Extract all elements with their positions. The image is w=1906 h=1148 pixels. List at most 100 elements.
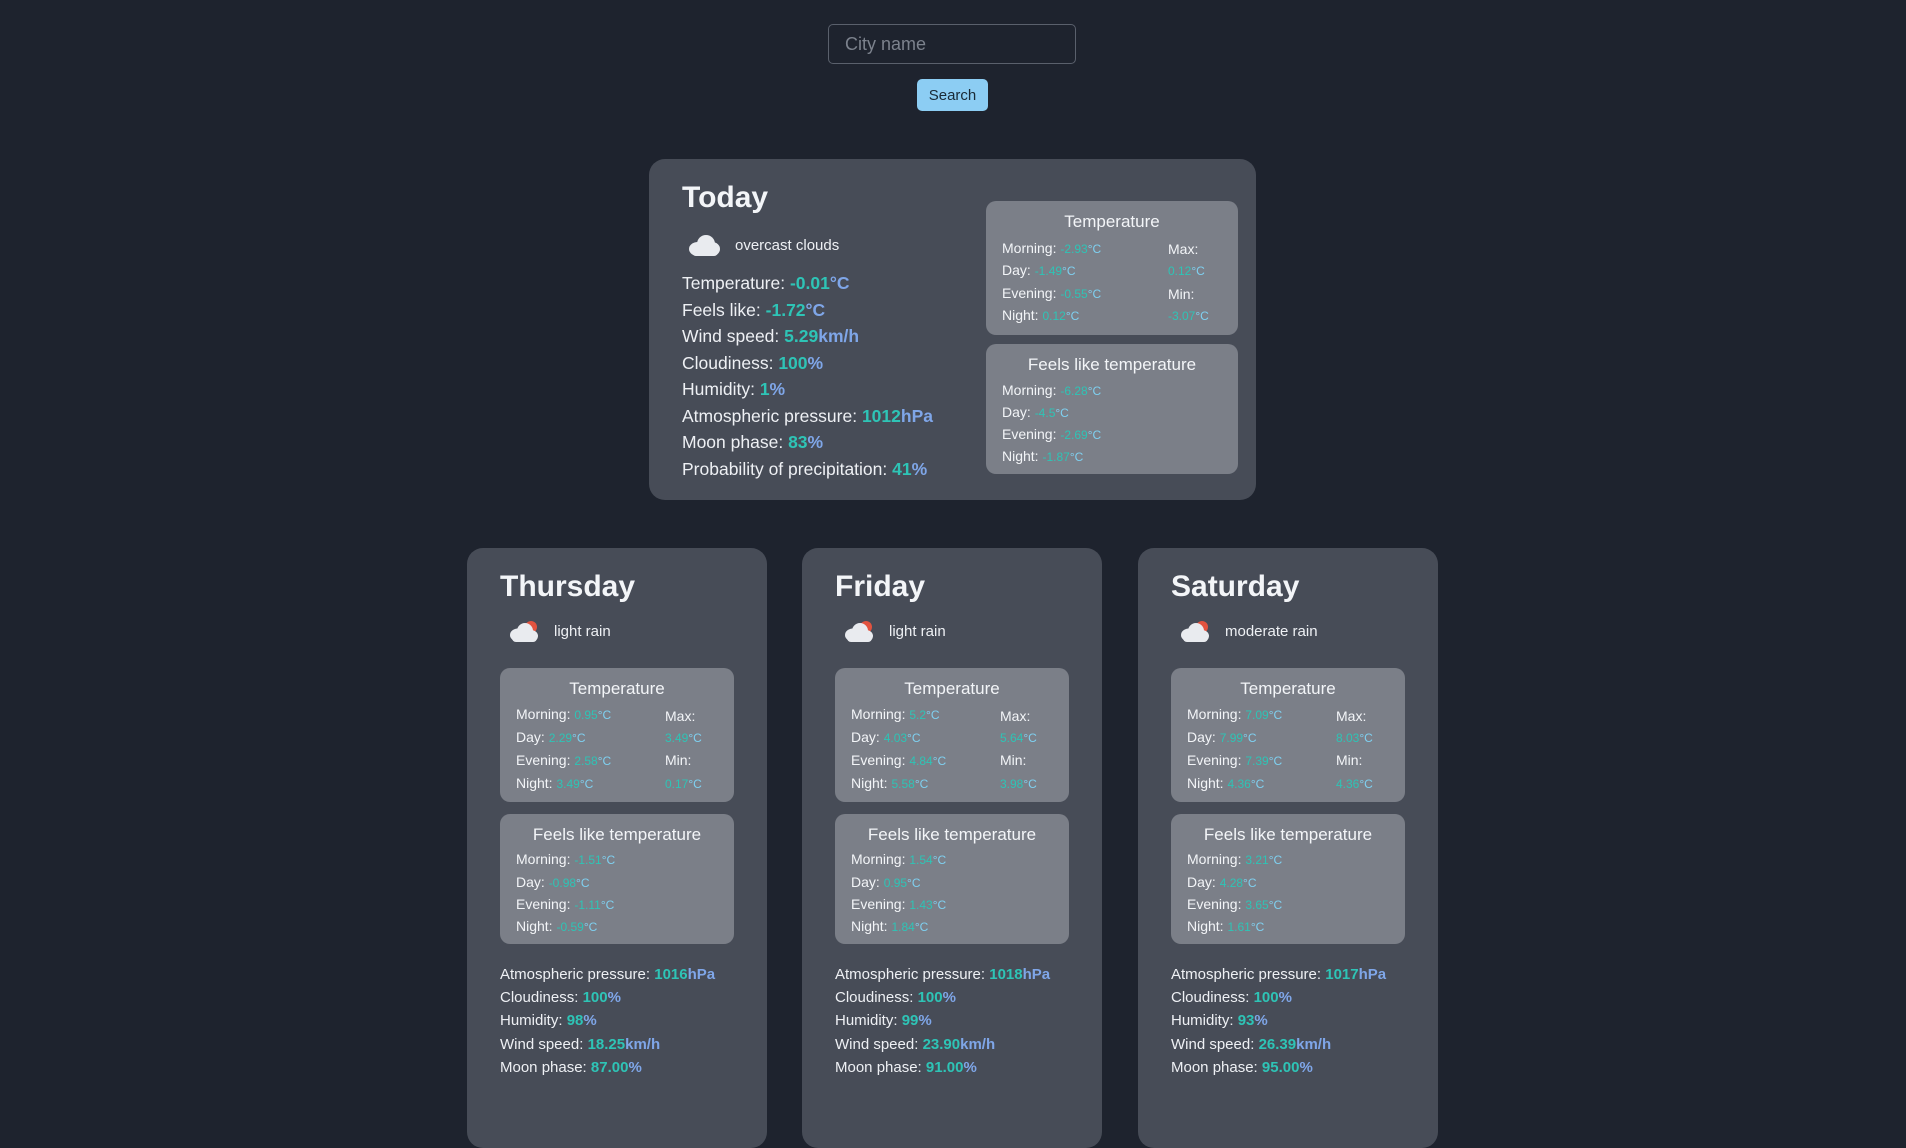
forecast-stat-list: Atmospheric pressure: 1016hPa Cloudiness:… xyxy=(500,963,715,1079)
feels-like-panel: Feels like temperature Morning: -1.51°C Da… xyxy=(500,814,734,944)
row-label: Morning: xyxy=(1187,706,1242,722)
temp-evening: Evening: -0.55°C xyxy=(1002,285,1101,301)
today-stat: Atmospheric pressure: 1012hPa xyxy=(682,403,933,430)
temp-day: Day: 4.03°C xyxy=(851,729,921,745)
panel-title: Temperature xyxy=(569,679,665,698)
temp-min-label: Min: xyxy=(1168,286,1195,302)
temp-max: 3.49°C xyxy=(665,729,702,745)
row-value: 1.54 xyxy=(909,853,933,867)
row-value: 3.49 xyxy=(556,777,580,791)
temp-max-label: Max: xyxy=(1168,241,1199,257)
stat-unit: km/h xyxy=(818,326,860,346)
stat-value: 87.00 xyxy=(590,1058,629,1076)
cloud-rain-sun-icon xyxy=(510,621,538,642)
stat-unit: hPa xyxy=(1358,966,1387,983)
row-label: Morning: xyxy=(516,706,571,722)
stat-unit: % xyxy=(911,458,928,479)
row-value: 3.21 xyxy=(1245,853,1269,867)
row-unit: °C xyxy=(1359,731,1373,745)
row-unit: °C xyxy=(597,754,612,768)
row-value: 7.09 xyxy=(1245,708,1269,722)
forecast-stat: Atmospheric pressure: 1017hPa xyxy=(1171,963,1386,986)
today-stat: Humidity: 1% xyxy=(682,376,933,403)
feels-morning: Morning: -1.51°C xyxy=(516,851,615,867)
stat-label: Atmospheric pressure: xyxy=(1171,966,1322,983)
row-value: -4.5 xyxy=(1034,406,1056,420)
stat-unit: % xyxy=(1254,1012,1268,1030)
stat-value: 1017 xyxy=(1325,966,1359,983)
temperature-panel: Temperature Morning: 7.09°C Day: 7.99°C Eve… xyxy=(1171,668,1405,802)
stat-unit: % xyxy=(963,1058,977,1076)
cloud-icon xyxy=(689,235,720,256)
row-value: 3.49 xyxy=(665,731,689,745)
stat-value: 91.00 xyxy=(925,1058,964,1076)
row-label: Night: xyxy=(516,775,553,791)
row-unit: °C xyxy=(600,898,615,912)
forecast-stat: Cloudiness: 100% xyxy=(1171,986,1386,1009)
stat-label: Wind speed: xyxy=(835,1035,919,1053)
stat-value: 100 xyxy=(778,352,808,373)
weather-description-row: overcast clouds xyxy=(687,232,839,258)
row-unit: °C xyxy=(1195,309,1209,323)
row-label: Evening: xyxy=(516,896,571,912)
stat-value: -1.72 xyxy=(765,299,806,320)
row-value: 4.28 xyxy=(1219,876,1244,890)
row-value: -0.55 xyxy=(1060,287,1088,301)
row-unit: °C xyxy=(688,731,702,745)
row-unit: °C xyxy=(1065,309,1080,323)
stat-unit: hPa xyxy=(1022,966,1051,983)
row-label: Night: xyxy=(1002,307,1039,323)
row-value: -6.28 xyxy=(1060,384,1088,398)
temp-morning: Morning: -2.93°C xyxy=(1002,240,1101,256)
row-label: Morning: xyxy=(1187,851,1242,867)
feels-evening: Evening: 3.65°C xyxy=(1187,896,1282,912)
row-label: Evening: xyxy=(851,896,906,912)
temp-night: Night: 5.58°C xyxy=(851,775,928,791)
stat-label: Moon phase: xyxy=(682,432,784,452)
row-unit: °C xyxy=(597,708,612,722)
today-card: Today overcast clouds Temperature: -0.01… xyxy=(649,159,1256,500)
stat-unit: hPa xyxy=(900,405,933,426)
city-search-input[interactable] xyxy=(828,24,1076,64)
feels-like-panel: Feels like temperature Morning: 3.21°C Day… xyxy=(1171,814,1405,944)
row-label: Morning: xyxy=(1002,382,1057,398)
forecast-card-thursday: Thursday light rain Temperature Morning: 0.… xyxy=(467,548,767,1148)
feels-day: Day: 4.28°C xyxy=(1187,874,1257,890)
temp-morning: Morning: 0.95°C xyxy=(516,706,611,722)
row-label: Night: xyxy=(516,918,553,934)
stat-label: Cloudiness: xyxy=(682,352,774,373)
temp-min-label: Min: xyxy=(1000,752,1027,768)
row-value: 4.84 xyxy=(909,754,933,768)
row-unit: °C xyxy=(1268,853,1283,867)
row-value: 1.43 xyxy=(909,898,933,912)
row-value: -3.07 xyxy=(1168,309,1196,323)
forecast-card-friday: Friday light rain Temperature Morning: 5.2°… xyxy=(802,548,1102,1148)
row-value: 8.03 xyxy=(1336,731,1360,745)
weather-description: light rain xyxy=(554,622,611,640)
temp-max: 5.64°C xyxy=(1000,729,1037,745)
temp-max-label: Max: xyxy=(665,708,696,724)
stat-unit: % xyxy=(807,352,824,373)
row-unit: °C xyxy=(1087,428,1102,442)
row-value: 2.29 xyxy=(548,731,573,745)
row-value: -1.11 xyxy=(574,898,601,912)
row-label: Day: xyxy=(516,874,545,890)
row-label: Day: xyxy=(1187,729,1216,745)
row-unit: °C xyxy=(1023,731,1037,745)
search-button[interactable]: Search xyxy=(917,79,988,111)
row-unit: °C xyxy=(576,876,590,890)
stat-unit: km/h xyxy=(1296,1035,1332,1053)
feels-morning: Morning: 1.54°C xyxy=(851,851,946,867)
stat-label: Humidity: xyxy=(682,379,755,399)
row-unit: °C xyxy=(932,898,947,912)
feels-night: Night: -1.87°C xyxy=(1002,448,1083,464)
today-stat: Temperature: -0.01°C xyxy=(682,270,933,297)
temp-morning: Morning: 7.09°C xyxy=(1187,706,1282,722)
stat-value: 83 xyxy=(788,432,808,452)
row-value: 5.2 xyxy=(909,708,927,722)
row-value: 1.61 xyxy=(1227,920,1251,934)
row-value: -1.87 xyxy=(1042,450,1070,464)
row-value: 4.36 xyxy=(1227,777,1251,791)
row-value: 4.36 xyxy=(1336,777,1360,791)
cloud-rain-sun-icon xyxy=(845,621,873,642)
